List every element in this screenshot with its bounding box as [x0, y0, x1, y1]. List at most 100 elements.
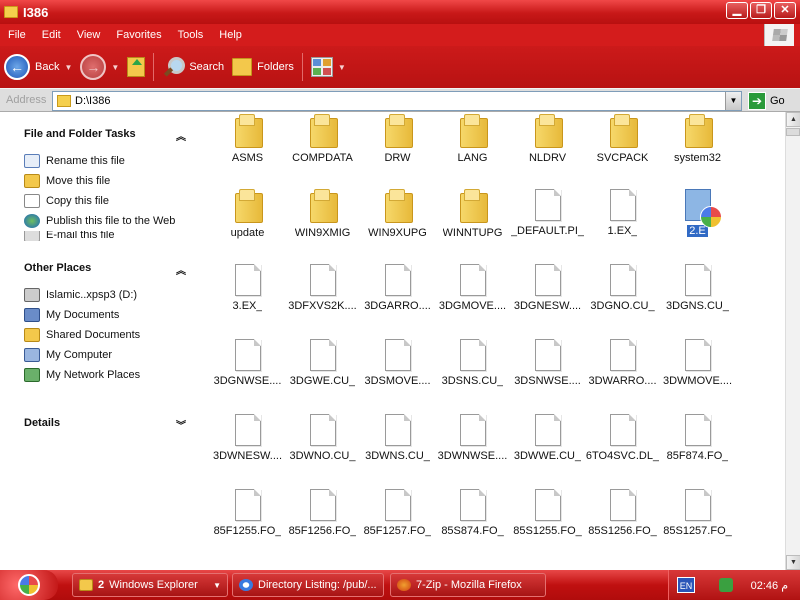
file-item[interactable]: 3DGNWSE....	[210, 337, 285, 412]
file-item[interactable]: 3DGNESW....	[510, 262, 585, 337]
menu-view[interactable]: View	[69, 29, 109, 41]
folder-item[interactable]: COMPDATA	[285, 112, 360, 187]
views-button[interactable]: ▼	[307, 51, 350, 83]
file-item[interactable]: 3DSNS.CU_	[435, 337, 510, 412]
scroll-up-arrow-icon[interactable]: ▲	[786, 112, 800, 127]
folder-item[interactable]: WINNTUPG	[435, 187, 510, 262]
folders-button[interactable]: Folders	[228, 51, 298, 83]
item-label: system32	[673, 152, 722, 164]
folder-item[interactable]: NLDRV	[510, 112, 585, 187]
file-item[interactable]: 3DGNO.CU_	[585, 262, 660, 337]
file-item[interactable]: 3DGNS.CU_	[660, 262, 735, 337]
file-item[interactable]: 85F1257.FO_	[360, 487, 435, 562]
close-button[interactable]: ✕	[774, 2, 796, 19]
place-my-computer[interactable]: My Computer	[14, 345, 194, 365]
folder-item[interactable]: DRW	[360, 112, 435, 187]
file-item[interactable]: 3DWWE.CU_	[510, 412, 585, 487]
task-copy[interactable]: Copy this file	[14, 191, 194, 211]
file-item[interactable]: 3DSMOVE....	[360, 337, 435, 412]
address-field[interactable]: D:\I386 ▼	[52, 91, 742, 111]
title-bar[interactable]: I386 ▁ ❐ ✕	[0, 0, 800, 24]
file-item[interactable]: 3DGWE.CU_	[285, 337, 360, 412]
taskbar-button-ie[interactable]: Directory Listing: /pub/...	[232, 573, 384, 597]
file-item[interactable]: 3DWNESW....	[210, 412, 285, 487]
collapse-chevron-icon[interactable]: ︽	[176, 262, 186, 277]
folder-item[interactable]: LANG	[435, 112, 510, 187]
file-item[interactable]: _DEFAULT.PI_	[510, 187, 585, 262]
file-item[interactable]: 85S1255.FO_	[510, 487, 585, 562]
folder-item[interactable]: update	[210, 187, 285, 262]
back-dropdown-icon[interactable]: ▼	[64, 63, 72, 72]
menu-tools[interactable]: Tools	[170, 29, 212, 41]
views-dropdown-icon[interactable]: ▼	[338, 63, 346, 72]
file-item[interactable]: 3DGARRO....	[360, 262, 435, 337]
other-places-header[interactable]: Other Places ︽	[14, 252, 194, 285]
restore-button[interactable]: ❐	[750, 2, 772, 19]
folder-item[interactable]: SVCPACK	[585, 112, 660, 187]
taskbar-button-explorer[interactable]: 2 Windows Explorer ▼	[72, 573, 228, 597]
menu-favorites[interactable]: Favorites	[108, 29, 169, 41]
file-item[interactable]: 85S874.FO_	[435, 487, 510, 562]
file-item[interactable]: 1.EX_	[585, 187, 660, 262]
safely-remove-hardware-icon[interactable]	[719, 578, 733, 592]
clock[interactable]: 02:46 م	[751, 579, 788, 592]
task-label: Rename this file	[46, 155, 125, 167]
taskbar-button-firefox[interactable]: 7-Zip - Mozilla Firefox	[390, 573, 546, 597]
language-indicator[interactable]: EN	[677, 577, 695, 593]
file-item[interactable]: 3DWARRO....	[585, 337, 660, 412]
file-item[interactable]: 3.EX_	[210, 262, 285, 337]
place-shared-documents[interactable]: Shared Documents	[14, 325, 194, 345]
go-button[interactable]: ➔ Go	[748, 92, 785, 110]
menu-edit[interactable]: Edit	[34, 29, 69, 41]
vertical-scrollbar[interactable]: ▲ ▼	[785, 112, 800, 570]
file-item[interactable]: 3DWNWSE....	[435, 412, 510, 487]
item-label: DRW	[384, 152, 411, 164]
expand-chevron-icon[interactable]: ︾	[176, 417, 186, 432]
folder-item[interactable]: ASMS	[210, 112, 285, 187]
task-move[interactable]: Move this file	[14, 171, 194, 191]
file-item[interactable]: 2.E	[660, 187, 735, 262]
search-button[interactable]: Search	[158, 51, 228, 83]
file-item[interactable]: 85F874.FO_	[660, 412, 735, 487]
file-item[interactable]: 3DWMOVE....	[660, 337, 735, 412]
file-item[interactable]: 3DWNS.CU_	[360, 412, 435, 487]
task-email[interactable]: E-mail this file	[14, 231, 194, 241]
place-drive[interactable]: Islamic..xpsp3 (D:)	[14, 285, 194, 305]
menu-file[interactable]: File	[0, 29, 34, 41]
start-button[interactable]	[0, 570, 58, 600]
go-label: Go	[770, 95, 785, 107]
file-view[interactable]: ASMS COMPDATA DRW LANG NLDRV SVCPACK system32 u…	[205, 112, 785, 570]
folder-item[interactable]: system32	[660, 112, 735, 187]
forward-button[interactable]: → ▼	[76, 51, 123, 83]
collapse-chevron-icon[interactable]: ︽	[176, 128, 186, 143]
minimize-button[interactable]: ▁	[726, 2, 748, 19]
place-network[interactable]: My Network Places	[14, 365, 194, 385]
folder-item[interactable]: WIN9XUPG	[360, 187, 435, 262]
file-item[interactable]: 6TO4SVC.DL_	[585, 412, 660, 487]
up-button[interactable]	[123, 51, 149, 83]
back-button[interactable]: ← Back ▼	[0, 51, 76, 83]
file-item[interactable]: 85F1256.FO_	[285, 487, 360, 562]
file-item[interactable]: 3DSNWSE....	[510, 337, 585, 412]
task-publish[interactable]: Publish this file to the Web	[14, 211, 194, 231]
file-item[interactable]: 85S1257.FO_	[660, 487, 735, 562]
place-my-documents[interactable]: My Documents	[14, 305, 194, 325]
address-dropdown-icon[interactable]: ▼	[725, 92, 741, 110]
file-folder-tasks-header[interactable]: File and Folder Tasks ︽	[14, 118, 194, 151]
file-item[interactable]: 85F1255.FO_	[210, 487, 285, 562]
scroll-down-arrow-icon[interactable]: ▼	[786, 555, 800, 570]
task-rename[interactable]: Rename this file	[14, 151, 194, 171]
folder-icon	[608, 114, 638, 148]
menu-help[interactable]: Help	[211, 29, 250, 41]
folder-item[interactable]: WIN9XMIG	[285, 187, 360, 262]
forward-dropdown-icon[interactable]: ▼	[111, 63, 119, 72]
file-icon	[609, 414, 636, 446]
file-item[interactable]: 3DFXVS2K....	[285, 262, 360, 337]
details-header[interactable]: Details ︾	[14, 407, 194, 440]
folder-icon	[533, 114, 563, 148]
file-item[interactable]: 3DWNO.CU_	[285, 412, 360, 487]
item-label: 3DGNESW....	[513, 300, 582, 312]
file-item[interactable]: 3DGMOVE....	[435, 262, 510, 337]
scroll-thumb[interactable]	[786, 128, 800, 136]
file-item[interactable]: 85S1256.FO_	[585, 487, 660, 562]
